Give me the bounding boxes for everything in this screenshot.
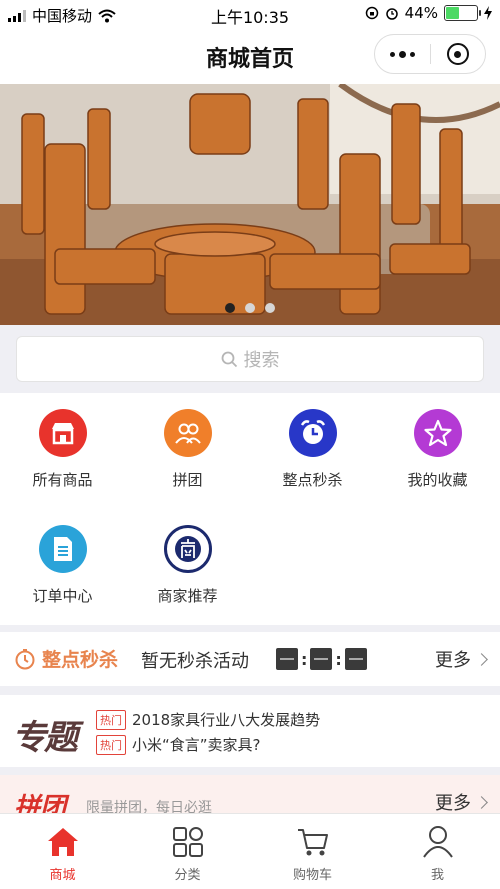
- category-label: 我的收藏: [407, 471, 468, 489]
- search-section: 搜索: [0, 325, 500, 393]
- category-all-products[interactable]: 所有商品: [0, 409, 125, 490]
- tab-mall[interactable]: 商城: [0, 824, 125, 883]
- chevron-right-icon: [475, 652, 488, 666]
- tab-me[interactable]: 我: [375, 824, 500, 883]
- carousel-indicator: [0, 303, 500, 313]
- target-icon: [446, 43, 469, 65]
- countdown-hours: [276, 648, 298, 670]
- chevron-right-icon: [475, 795, 488, 809]
- category-orders[interactable]: 订单中心: [0, 525, 125, 606]
- countdown-minutes: [310, 648, 333, 670]
- charging-icon: [484, 6, 492, 20]
- countdown-seconds: [344, 648, 367, 670]
- category-icon: [125, 824, 250, 860]
- tab-label: 购物车: [292, 868, 332, 883]
- group-icon: [163, 409, 212, 457]
- nav-bar: 商城首页: [0, 28, 500, 84]
- battery-percent: 44%: [404, 4, 438, 22]
- hot-tag: 热门: [96, 734, 126, 755]
- category-favorites[interactable]: 我的收藏: [375, 409, 500, 490]
- topics-logo: 专题: [12, 718, 78, 758]
- category-label: 所有商品: [32, 471, 93, 489]
- tab-cart[interactable]: 购物车: [250, 824, 375, 883]
- status-bar: 中国移动 上午10:35 44%: [0, 0, 500, 28]
- flash-sale-title-text: 整点秒杀: [42, 649, 119, 671]
- miniprogram-capsule: [374, 34, 486, 74]
- home-icon: [0, 824, 125, 860]
- topic-text: 2018家具行业八大发展趋势: [132, 711, 321, 729]
- more-menu-button[interactable]: [375, 35, 430, 73]
- rotation-lock-icon: [365, 6, 378, 20]
- flash-sale-message: 暂无秒杀活动: [141, 651, 249, 672]
- search-input[interactable]: 搜索: [16, 336, 484, 382]
- topic-text: 小米“食言”卖家具?: [132, 736, 261, 754]
- topics-section: 专题 热门 2018家具行业八大发展趋势 热门 小米“食言”卖家具?: [0, 695, 500, 767]
- cart-icon: [250, 824, 375, 860]
- category-flash-sale[interactable]: 整点秒杀: [250, 409, 375, 490]
- flash-sale-title: 整点秒杀: [14, 645, 118, 672]
- category-label: 商家推荐: [157, 587, 218, 605]
- document-icon: [38, 525, 87, 573]
- hot-tag: 热门: [96, 709, 126, 730]
- more-label: 更多: [435, 650, 471, 671]
- carousel-dot[interactable]: [245, 303, 255, 313]
- profile-icon: [375, 824, 500, 860]
- alarm-clock-icon: [288, 409, 337, 457]
- merchant-icon: [163, 525, 212, 573]
- battery-icon: [444, 5, 481, 21]
- topic-item[interactable]: 热门 小米“食言”卖家具?: [96, 734, 261, 755]
- tab-category[interactable]: 分类: [125, 824, 250, 883]
- flash-sale-bar: 整点秒杀 暂无秒杀活动 : : 更多: [0, 632, 500, 686]
- stopwatch-icon: [15, 648, 35, 669]
- group-buy-more-link[interactable]: 更多: [435, 789, 488, 815]
- category-merchants[interactable]: 商家推荐: [125, 525, 250, 606]
- carousel-dot[interactable]: [225, 303, 235, 313]
- tab-bar: 商城 分类 购物车 我: [0, 813, 500, 889]
- status-right: 44%: [365, 4, 492, 22]
- search-placeholder: 搜索: [243, 350, 280, 371]
- category-label: 订单中心: [32, 587, 93, 605]
- carousel-dot[interactable]: [265, 303, 275, 313]
- tab-label: 分类: [174, 868, 201, 883]
- tab-label: 商城: [49, 868, 76, 883]
- banner-image: [0, 84, 500, 325]
- countdown-timer: : :: [276, 648, 367, 670]
- star-icon: [413, 409, 462, 457]
- flash-sale-more-link[interactable]: 更多: [435, 646, 488, 672]
- banner-carousel[interactable]: [0, 84, 500, 325]
- category-label: 整点秒杀: [282, 471, 343, 489]
- more-label: 更多: [435, 793, 471, 814]
- category-grid: 所有商品 拼团 整点秒杀 我的收藏 订单中心 商家推荐: [0, 393, 500, 625]
- tab-label: 我: [430, 868, 444, 883]
- search-icon: [221, 351, 237, 367]
- close-button[interactable]: [430, 35, 485, 73]
- topic-item[interactable]: 热门 2018家具行业八大发展趋势: [96, 709, 320, 730]
- category-group-buy[interactable]: 拼团: [125, 409, 250, 490]
- alarm-icon: [385, 8, 398, 20]
- shop-icon: [38, 409, 87, 457]
- category-label: 拼团: [172, 471, 203, 489]
